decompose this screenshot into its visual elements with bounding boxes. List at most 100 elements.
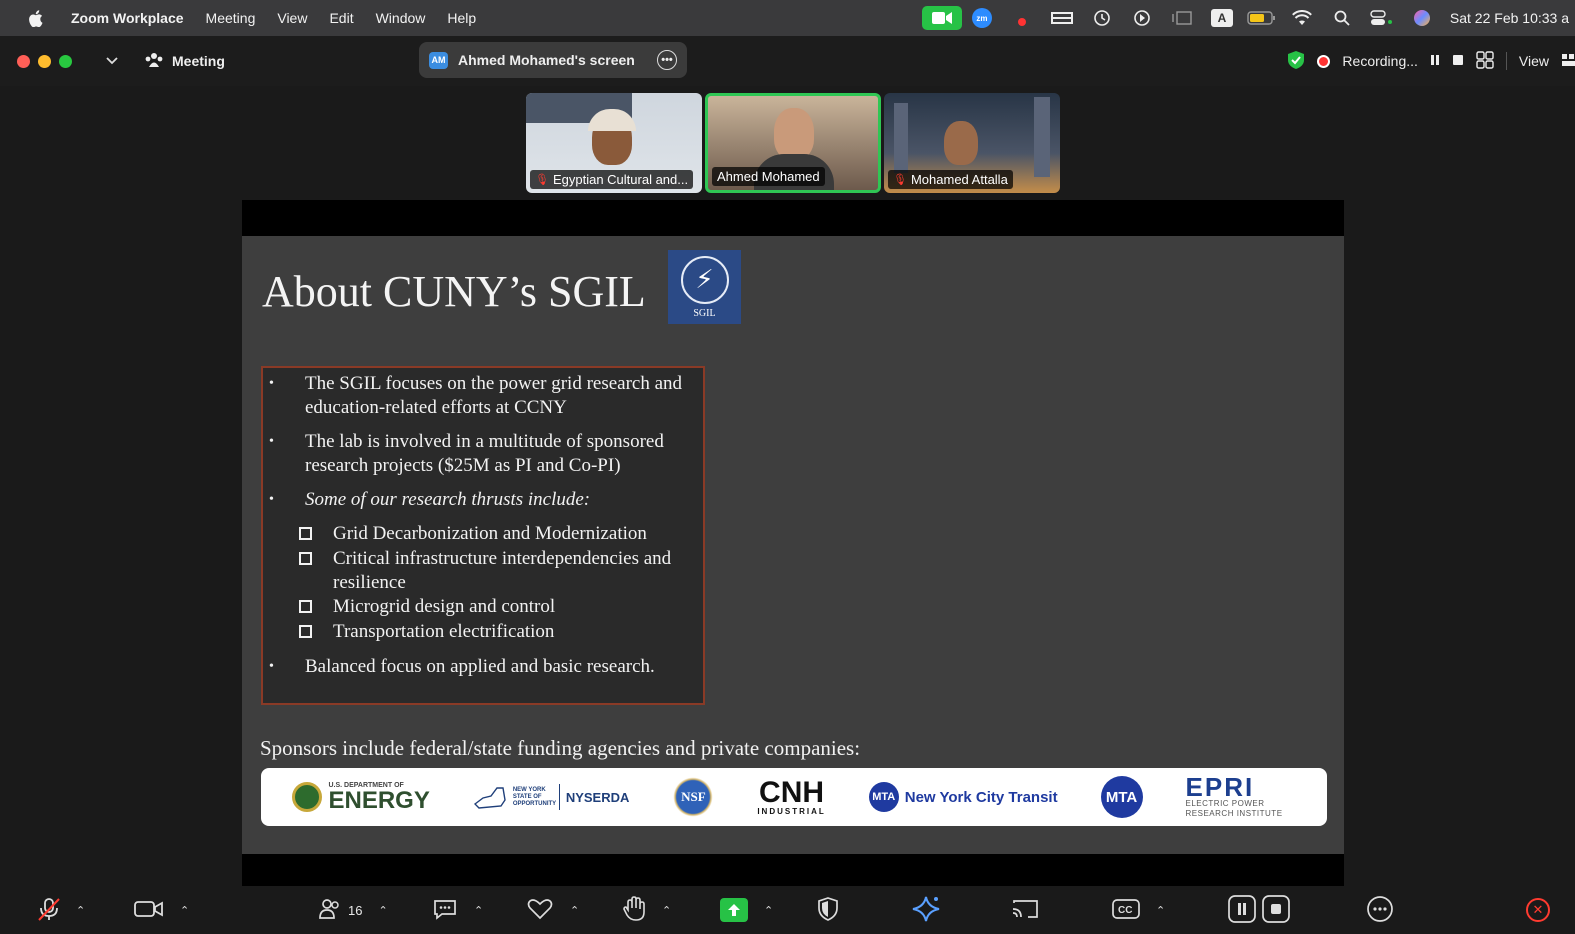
share-screen-control: ⌃ [720,894,773,926]
stop-recording-icon[interactable] [1452,53,1464,69]
security-shield-icon[interactable] [1287,50,1305,73]
menu-window[interactable]: Window [376,10,426,26]
mta-small-text: MTA [868,782,899,812]
shared-slide: About CUNY’s SGIL ⚡ SGIL • The SGIL focus… [242,236,1344,856]
meeting-controls-toolbar: ⌃ ⌃ 16 ⌃ ⌃ ⌃ ⌃ ⌃ CC ⌃ ✕ [0,886,1575,934]
cast-icon[interactable] [1010,897,1040,924]
participant-video [944,121,978,165]
raise-hand-control: ⌃ [622,894,671,926]
chevron-down-icon[interactable] [102,51,122,71]
bullet-text: Balanced focus on applied and basic rese… [305,656,655,677]
end-meeting-icon[interactable]: ✕ [1526,898,1550,922]
chevron-up-icon[interactable]: ⌃ [1156,904,1165,917]
share-screen-button[interactable] [720,898,748,922]
bullet-icon: • [269,659,274,674]
control-center-icon[interactable] [1362,0,1402,36]
apple-icon[interactable] [22,9,48,27]
siri-icon[interactable] [1402,0,1442,36]
zoom-video-status-icon[interactable] [921,0,962,36]
view-button[interactable]: View [1519,53,1549,69]
participant-name-tag: 🎙︎ Egyptian Cultural and... [530,170,694,189]
thrust-item: Critical infrastructure interdependencie… [263,547,693,595]
svg-text:CC: CC [1118,905,1132,916]
stop-recording-icon[interactable] [1262,894,1290,926]
reactions-control: ⌃ [526,894,579,926]
meeting-label: Meeting [172,53,225,69]
minimize-window-button[interactable] [38,54,51,68]
battery-icon[interactable] [1242,0,1282,36]
menu-help[interactable]: Help [447,10,476,26]
spotlight-search-icon[interactable] [1322,0,1362,36]
input-source-icon[interactable]: A [1202,0,1242,36]
bullet-icon: • [269,434,274,449]
video-control: ⌃ [134,894,189,926]
thrust-text: Transportation electrification [333,621,555,642]
chevron-up-icon[interactable]: ⌃ [180,904,189,917]
video-camera-icon[interactable] [134,899,164,922]
view-grid-icon[interactable] [1561,53,1575,70]
participant-name: Egyptian Cultural and... [552,172,689,187]
screen-share-status-icon[interactable] [1042,0,1082,36]
divider [1505,52,1507,70]
mta-logo: MTA [1100,776,1143,818]
epri-small-text: ELECTRIC POWER RESEARCH INSTITUTE [1185,799,1283,818]
recording-label[interactable]: Recording... [1342,53,1417,69]
chevron-up-icon[interactable]: ⌃ [378,904,387,917]
time-machine-icon[interactable] [1082,0,1122,36]
stage-manager-icon[interactable] [1162,0,1202,36]
thrust-item: Transportation electrification [263,620,693,645]
chevron-up-icon[interactable]: ⌃ [474,904,483,917]
wifi-icon[interactable] [1282,0,1322,36]
chevron-up-icon[interactable]: ⌃ [662,904,671,917]
more-options-icon[interactable] [1366,895,1394,926]
share-title: Ahmed Mohamed's screen [458,52,635,68]
participant-name: Mohamed Attalla [910,172,1008,187]
thrust-item: Microgrid design and control [263,595,693,620]
pause-recording-icon[interactable] [1228,894,1256,926]
participant-tile[interactable]: 🎙︎ Mohamed Attalla [884,93,1060,193]
menubar-clock[interactable]: Sat 22 Feb 10:33 a [1450,10,1569,26]
participant-tile-active-speaker[interactable]: Ahmed Mohamed [705,93,881,193]
doe-text: ENERGY [328,787,430,814]
screen-share-pill[interactable]: AM Ahmed Mohamed's screen ••• [419,42,687,78]
raise-hand-icon[interactable] [622,895,646,925]
pause-recording-icon[interactable] [1430,53,1440,69]
doe-seal-icon [292,782,323,812]
chat-icon[interactable] [432,897,458,924]
recording-dot-icon[interactable] [1002,0,1042,36]
gallery-layout-icon[interactable] [1476,50,1494,72]
shield-icon[interactable] [816,896,840,925]
mta-text: MTA [1100,776,1143,818]
checkbox-square-icon [299,547,333,595]
play-icon[interactable] [1122,0,1162,36]
microphone-muted-icon[interactable] [36,896,62,925]
participant-tile[interactable]: 🎙︎ Egyptian Cultural and... [526,93,702,193]
chevron-up-icon[interactable]: ⌃ [570,904,579,917]
bullet-item: • The SGIL focuses on the power grid rese… [263,372,693,420]
menu-meeting[interactable]: Meeting [206,10,256,26]
chevron-up-icon[interactable]: ⌃ [76,904,85,917]
menu-edit[interactable]: Edit [329,10,353,26]
more-options-icon[interactable]: ••• [657,50,677,70]
zoom-window-button[interactable] [59,54,72,68]
zoom-menu-icon[interactable]: zm [962,0,1002,36]
closed-captions-icon[interactable]: CC [1112,898,1140,923]
participant-video [774,108,814,160]
menu-view[interactable]: View [277,10,307,26]
heart-icon[interactable] [526,897,554,924]
recording-controls [1228,894,1290,926]
ai-companion-control [912,894,942,926]
menu-app-name[interactable]: Zoom Workplace [71,10,184,26]
macos-menubar: Zoom Workplace Meeting View Edit Window … [0,0,1575,36]
ai-sparkle-icon[interactable] [912,895,942,926]
epri-logo: EPRI ELECTRIC POWER RESEARCH INSTITUTE [1185,774,1296,819]
participants-icon[interactable] [318,898,342,923]
new-york-state-map-icon [473,787,506,809]
chevron-up-icon[interactable]: ⌃ [764,904,773,917]
building [894,103,908,173]
meeting-info-button[interactable]: Meeting [144,52,225,71]
cnh-text: CNH [759,775,825,809]
nys-small-text: NEW YORK STATE OF OPPORTUNITY [512,786,557,807]
close-window-button[interactable] [17,54,30,68]
bullet-item: • Some of our research thrusts include: [263,488,693,512]
